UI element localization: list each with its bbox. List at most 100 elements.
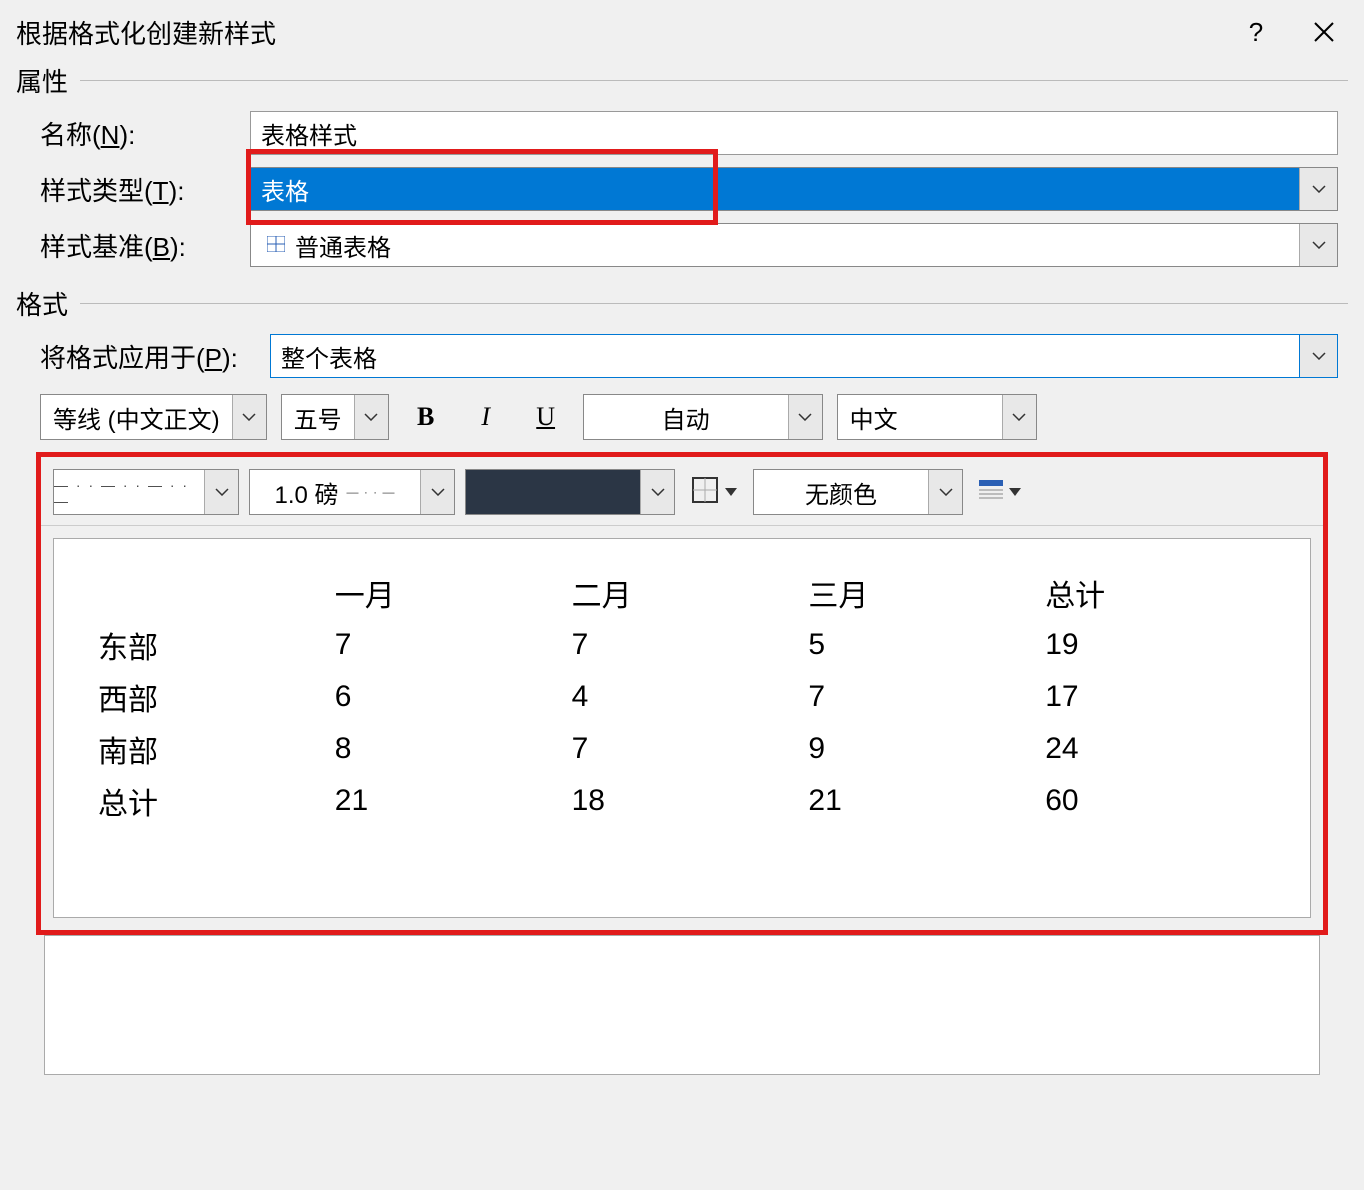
- table-row: 西部 6 4 7 17: [90, 671, 1274, 723]
- font-size-value: 五号: [282, 395, 354, 439]
- table-row: 东部 7 7 5 19: [90, 619, 1274, 671]
- dropdown-button[interactable]: [1299, 224, 1337, 266]
- label-text: ):: [119, 120, 135, 150]
- table-cell: 东部: [90, 619, 327, 671]
- close-icon: [1313, 21, 1335, 43]
- table-cell: 21: [327, 775, 564, 827]
- dropdown-button[interactable]: [204, 470, 238, 514]
- table-cell: 7: [327, 619, 564, 671]
- weight-preview-icon: — · · —: [347, 485, 396, 499]
- style-type-value: 表格: [251, 168, 1299, 210]
- label-text: ):: [169, 176, 185, 206]
- close-button[interactable]: [1300, 12, 1348, 52]
- properties-header: 属性: [16, 62, 1348, 99]
- table-cell: 17: [1037, 671, 1274, 723]
- line-weight-value: 1.0 磅 — · · —: [250, 470, 420, 514]
- shading-split-button[interactable]: [973, 469, 1027, 515]
- font-family-dropdown[interactable]: 等线 (中文正文): [40, 394, 267, 440]
- preview-table: 一月 二月 三月 总计 东部 7 7 5 19: [90, 567, 1274, 827]
- chevron-down-icon: [1312, 352, 1326, 360]
- apply-to-label: 将格式应用于(P):: [40, 338, 270, 375]
- label-accel: P: [205, 343, 222, 373]
- table-header-cell: 一月: [327, 567, 564, 619]
- chevron-down-icon: [1312, 241, 1326, 249]
- chevron-down-icon: [1312, 185, 1326, 193]
- dropdown-button[interactable]: [354, 395, 388, 439]
- chevron-down-icon: [939, 488, 953, 496]
- properties-section: 属性 名称(N): 表格样式 样式类型(T): 表格: [0, 56, 1364, 279]
- table-cell: 6: [327, 671, 564, 723]
- label-accel: B: [153, 232, 170, 262]
- style-type-dropdown[interactable]: 表格: [250, 167, 1338, 211]
- table-cell: 西部: [90, 671, 327, 723]
- titlebar: 根据格式化创建新样式 ?: [0, 0, 1364, 56]
- label-accel: N: [101, 120, 120, 150]
- dropdown-button[interactable]: [1002, 395, 1036, 439]
- based-on-value: 普通表格: [251, 224, 1299, 266]
- table-cell: 4: [564, 671, 801, 723]
- table-preview: 一月 二月 三月 总计 东部 7 7 5 19: [53, 538, 1311, 918]
- table-cell: 60: [1037, 775, 1274, 827]
- table-cell: 7: [564, 619, 801, 671]
- underline-button[interactable]: U: [523, 394, 569, 440]
- dropdown-button[interactable]: [1299, 168, 1337, 210]
- table-cell: 5: [800, 619, 1037, 671]
- pen-color-swatch: [466, 470, 640, 514]
- apply-to-dropdown[interactable]: 整个表格: [270, 334, 1338, 378]
- label-accel: T: [153, 176, 169, 206]
- format-label: 格式: [16, 285, 68, 322]
- font-size-dropdown[interactable]: 五号: [281, 394, 389, 440]
- table-icon: [267, 231, 285, 259]
- name-label: 名称(N):: [40, 115, 250, 152]
- language-dropdown[interactable]: 中文: [837, 394, 1037, 440]
- label-text: 样式类型(: [40, 176, 153, 206]
- divider: [80, 80, 1348, 81]
- chevron-down-icon: [215, 488, 229, 496]
- table-cell: 8: [327, 723, 564, 775]
- divider: [80, 303, 1348, 304]
- description-box: [44, 935, 1320, 1075]
- shading-icon: [979, 480, 1003, 505]
- line-weight-dropdown[interactable]: 1.0 磅 — · · —: [249, 469, 455, 515]
- chevron-down-icon: [242, 413, 256, 421]
- table-row: 南部 8 7 9 24: [90, 723, 1274, 775]
- chevron-down-icon: [1012, 413, 1026, 421]
- label-text: ):: [170, 232, 186, 262]
- table-cell: 总计: [90, 775, 327, 827]
- apply-to-row: 将格式应用于(P): 整个表格: [16, 328, 1348, 384]
- properties-label: 属性: [16, 62, 68, 99]
- dropdown-button[interactable]: [232, 395, 266, 439]
- line-style-dropdown[interactable]: — · · — · · — · · —: [53, 469, 239, 515]
- table-header-cell: 二月: [564, 567, 801, 619]
- borders-split-button[interactable]: [685, 469, 743, 515]
- table-cell: 7: [800, 671, 1037, 723]
- dropdown-button[interactable]: [420, 470, 454, 514]
- chevron-down-icon: [431, 488, 445, 496]
- name-input[interactable]: 表格样式: [250, 111, 1338, 155]
- type-row: 样式类型(T): 表格: [16, 161, 1348, 217]
- label-text: ):: [222, 343, 238, 373]
- label-text: 名称(: [40, 120, 101, 150]
- apply-to-value: 整个表格: [271, 335, 1299, 377]
- label-text: 将格式应用于(: [40, 343, 205, 373]
- font-color-dropdown[interactable]: 自动: [583, 394, 823, 440]
- table-cell: 7: [564, 723, 801, 775]
- pen-color-dropdown[interactable]: [465, 469, 675, 515]
- weight-text: 1.0 磅: [274, 475, 338, 510]
- fill-color-dropdown[interactable]: 无颜色: [753, 469, 963, 515]
- italic-button[interactable]: I: [463, 394, 509, 440]
- bold-button[interactable]: B: [403, 394, 449, 440]
- name-row: 名称(N): 表格样式: [16, 105, 1348, 161]
- based-on-dropdown[interactable]: 普通表格: [250, 223, 1338, 267]
- table-row: 总计 21 18 21 60: [90, 775, 1274, 827]
- table-cell: 19: [1037, 619, 1274, 671]
- dropdown-button[interactable]: [640, 470, 674, 514]
- type-label: 样式类型(T):: [40, 171, 250, 208]
- dropdown-button[interactable]: [1299, 335, 1337, 377]
- chevron-down-icon: [364, 413, 378, 421]
- dropdown-button[interactable]: [928, 470, 962, 514]
- dropdown-button[interactable]: [788, 395, 822, 439]
- caret-down-icon: [725, 483, 737, 501]
- help-button[interactable]: ?: [1232, 12, 1280, 52]
- dialog-title: 根据格式化创建新样式: [16, 14, 1232, 51]
